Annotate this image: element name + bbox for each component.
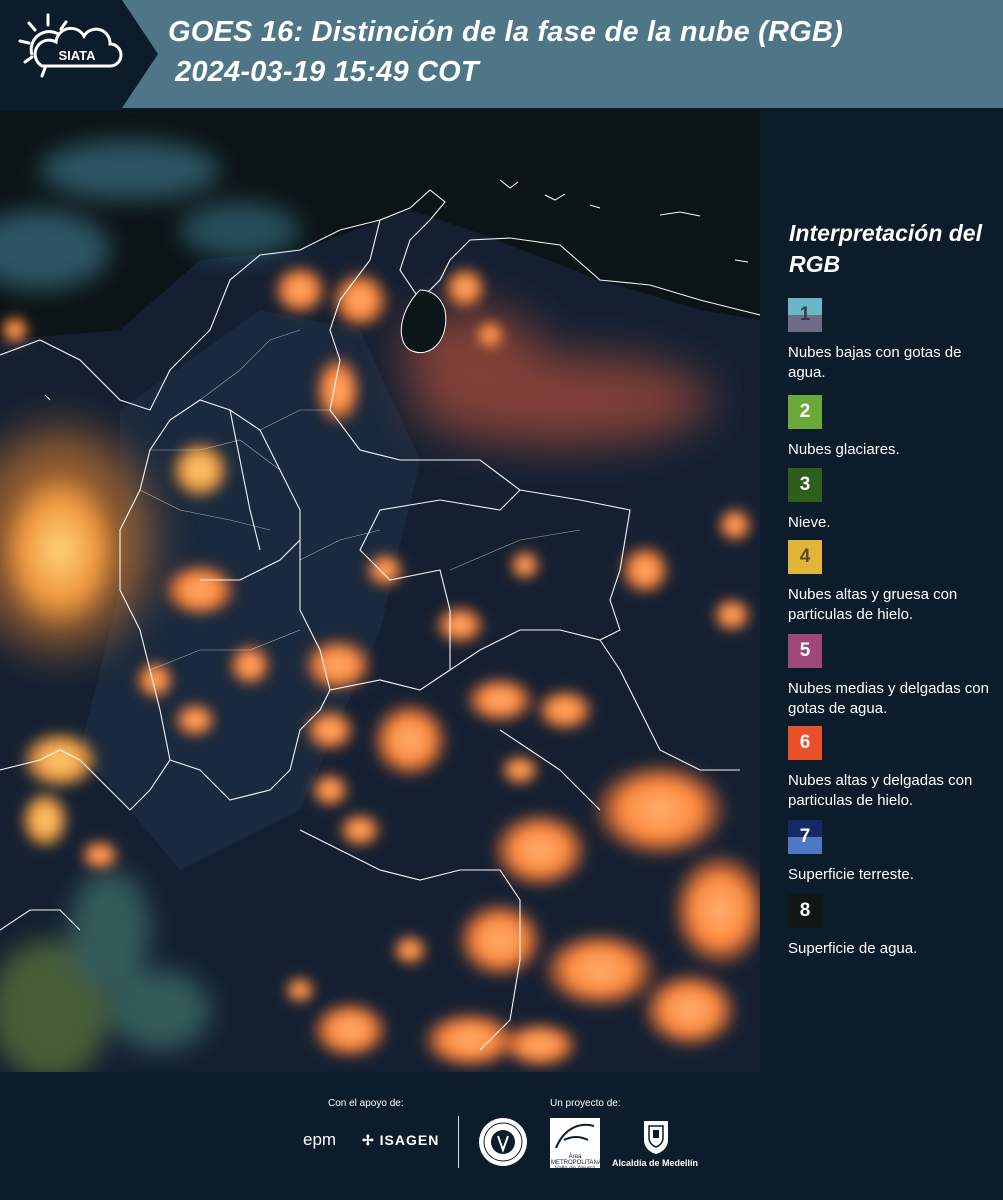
- timestamp: 2024-03-19 15:49 COT: [175, 56, 479, 88]
- legend-label-4: Nubes altas y gruesa con particulas de h…: [788, 586, 958, 623]
- legend-swatch-5: 5: [788, 634, 822, 668]
- legend-swatch-4: 4: [788, 540, 822, 574]
- medellin-seal-icon: [479, 1118, 527, 1166]
- isagen-star-icon: ✢: [362, 1132, 375, 1148]
- siata-logo-text: SIATA: [58, 48, 96, 63]
- legend-swatch-7: 7: [788, 820, 822, 854]
- legend-item-6: 6 Nubes altas y delgadas con particulas …: [788, 726, 1000, 811]
- satellite-image: [0, 110, 760, 1072]
- alcaldia-shield-icon: [644, 1121, 668, 1154]
- isagen-text: ISAGEN: [379, 1132, 440, 1148]
- legend-label-6: Nubes altas y delgadas con particulas de…: [788, 772, 973, 809]
- footer-divider: [458, 1116, 459, 1168]
- support-label: Con el apoyo de:: [328, 1098, 404, 1109]
- legend-item-2: 2 Nubes glaciares.: [788, 395, 1000, 460]
- legend-label-7: Superficie terreste.: [788, 866, 914, 883]
- legend-label-2: Nubes glaciares.: [788, 441, 900, 458]
- area-metropolitana-mark-icon: [555, 1123, 595, 1149]
- legend-item-4: 4 Nubes altas y gruesa con particulas de…: [788, 540, 1000, 625]
- project-label: Un proyecto de:: [550, 1098, 621, 1109]
- area-metropolitana-label: Área METROPOLITANA Valle de Aburrá: [551, 1154, 602, 1172]
- legend-panel: Interpretación del RGB 1 Nubes bajas con…: [776, 110, 1003, 1072]
- legend-swatch-6: 6: [788, 726, 822, 760]
- legend-item-8: 8 Superficie de agua.: [788, 894, 1000, 959]
- alcaldia-label: Alcaldía de Medellín: [612, 1158, 699, 1168]
- legend-title: Interpretación del RGB: [789, 220, 982, 277]
- legend-label-3: Nieve.: [788, 514, 831, 531]
- footer: Con el apoyo de: Un proyecto de: epm ✢ I…: [0, 1072, 1003, 1200]
- legend-item-1: 1 Nubes bajas con gotas de agua.: [788, 298, 1000, 383]
- legend-number-8: 8: [799, 900, 811, 921]
- legend-label-5: Nubes medias y delgadas con gotas de agu…: [788, 680, 989, 717]
- legend-item-5: 5 Nubes medias y delgadas con gotas de a…: [788, 634, 1000, 719]
- legend-swatch-1: 1: [788, 298, 822, 332]
- legend-swatch-3: 3: [788, 468, 822, 502]
- header-bar: SIATA GOES 16: Distinción de la fase de …: [0, 0, 1003, 108]
- epm-logo: epm: [303, 1130, 337, 1149]
- legend-label-8: Superficie de agua.: [788, 940, 918, 957]
- legend-swatch-2: 2: [788, 395, 822, 429]
- legend-item-7: 7 Superficie terreste.: [788, 820, 1000, 885]
- legend-label-1: Nubes bajas con gotas de agua.: [788, 344, 962, 381]
- legend-number-5: 5: [799, 640, 811, 661]
- legend-number-2: 2: [799, 401, 811, 422]
- siata-logo: SIATA: [0, 0, 158, 108]
- legend-number-4: 4: [799, 546, 811, 567]
- legend-number-1: 1: [799, 304, 811, 325]
- legend-number-7: 7: [799, 826, 811, 847]
- isagen-logo: ✢ ISAGEN: [362, 1132, 439, 1149]
- legend-swatch-8: 8: [788, 894, 822, 928]
- legend-item-3: 3 Nieve.: [788, 468, 1000, 533]
- satellite-map: [0, 110, 760, 1072]
- page-title: GOES 16: Distinción de la fase de la nub…: [168, 16, 843, 48]
- legend-number-3: 3: [799, 474, 811, 495]
- legend-number-6: 6: [799, 732, 811, 753]
